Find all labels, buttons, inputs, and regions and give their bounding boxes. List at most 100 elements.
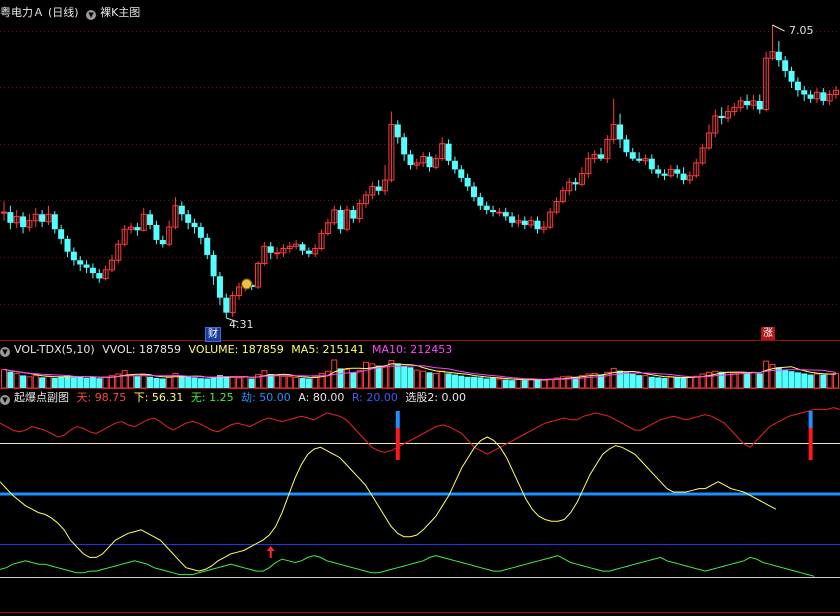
chevron-down-icon[interactable]: ▼ — [0, 395, 10, 405]
candle-body — [274, 252, 281, 255]
volume-bar — [191, 377, 198, 388]
indicator-name[interactable]: 起爆点副图 — [14, 391, 69, 404]
volume-bar — [426, 372, 433, 388]
volume-bar — [547, 378, 554, 389]
wu-line — [0, 555, 815, 577]
volume-bar — [667, 376, 674, 389]
volume-bar — [731, 372, 738, 389]
volume-bar — [680, 377, 687, 388]
volume-bar — [350, 372, 357, 388]
high-marker-line — [772, 24, 785, 32]
candle-body — [159, 239, 166, 245]
volume-bar — [490, 377, 497, 388]
volume-bar — [502, 379, 509, 388]
volume-bar — [477, 377, 484, 388]
candle-body — [1, 211, 7, 214]
volume-bar — [788, 371, 795, 388]
volume-bar — [674, 377, 681, 388]
candle-body — [458, 169, 465, 178]
volume-bar — [235, 377, 242, 389]
volume-bar — [375, 365, 382, 388]
volume-bar — [89, 376, 96, 388]
candle-body — [337, 209, 344, 230]
xuangu-value: 选股2: 0.00 — [405, 391, 467, 404]
overlay-label[interactable]: 裸K主图 — [100, 6, 140, 19]
volume-bar — [693, 375, 700, 389]
volume-bar — [515, 379, 522, 389]
volume-bar — [229, 376, 236, 389]
volume-bar — [750, 371, 757, 389]
volume-bar — [128, 374, 135, 389]
volume-bar — [356, 370, 363, 389]
volume-bar — [178, 375, 185, 388]
volume-bar — [528, 378, 535, 389]
candle-body — [801, 90, 808, 95]
chevron-down-icon[interactable]: ▼ — [0, 347, 10, 357]
candle-body — [64, 238, 71, 252]
volume-header: ▼ VOL-TDX(5,10) VVOL: 187859 VOLUME: 1878… — [0, 343, 840, 357]
candle-body — [39, 214, 46, 222]
candle-body — [788, 70, 795, 82]
volume-bar — [223, 376, 230, 388]
candle-body — [375, 186, 382, 191]
candle-body — [153, 224, 160, 240]
a-value: A: 80.00 — [298, 391, 345, 404]
candle-body — [96, 273, 103, 279]
volume-bar — [451, 374, 458, 388]
limit-up-tag[interactable]: 涨 — [761, 327, 775, 340]
volume-bar — [134, 376, 141, 388]
candle-body — [807, 94, 814, 99]
volume-bar — [629, 374, 636, 388]
candle-body — [483, 205, 490, 210]
volume-bar — [782, 369, 789, 388]
candle-body — [70, 251, 77, 261]
volume-bar — [147, 376, 154, 388]
candle-body — [58, 229, 65, 239]
main-chart-header: 粤电力Ａ (日线) ▼ 裸K主图 — [0, 6, 840, 20]
candle-body — [267, 246, 274, 253]
volume-indicator-name[interactable]: VOL-TDX(5,10) — [14, 343, 95, 356]
candle-body — [655, 169, 662, 174]
candle-body — [470, 186, 477, 198]
candle-body — [490, 209, 497, 213]
finance-tag[interactable]: 财 — [205, 327, 221, 342]
volume-bar — [496, 378, 503, 389]
candle-body — [394, 124, 401, 138]
volume-bar — [363, 361, 370, 389]
stock-name[interactable]: 粤电力Ａ — [0, 6, 44, 19]
volume-bar — [648, 376, 655, 388]
volume-bar — [464, 376, 471, 388]
volume-bar — [337, 368, 344, 388]
candle-body — [20, 216, 27, 228]
volume-bar — [51, 377, 58, 388]
candle-body — [223, 297, 230, 313]
indicator-header: ▼ 起爆点副图 天: 98.75 下: 56.31 无: 1.25 劫: 50.0… — [0, 391, 840, 405]
volume-value: VOLUME: 187859 — [188, 343, 284, 356]
volume-bar — [312, 376, 319, 389]
candle-body — [350, 209, 357, 219]
wu-value: 无: 1.25 — [190, 391, 234, 404]
volume-bar — [413, 369, 420, 389]
volume-bar — [70, 377, 77, 388]
candle-body — [464, 177, 471, 187]
candle-body — [7, 212, 14, 223]
volume-bar — [737, 371, 744, 389]
volume-bar — [432, 372, 439, 389]
volume-bar — [1, 369, 7, 389]
candle-body — [782, 60, 789, 71]
volume-bar — [166, 376, 173, 389]
volume-bar — [820, 374, 827, 388]
chevron-down-icon[interactable]: ▼ — [86, 10, 97, 20]
volume-bar — [610, 367, 617, 389]
volume-bar — [394, 363, 401, 388]
volume-bar — [794, 372, 801, 388]
volume-bar — [718, 371, 725, 388]
volume-bar — [293, 376, 300, 389]
volume-bar — [305, 378, 312, 388]
candle-body — [775, 51, 782, 61]
candle-body — [617, 124, 624, 140]
volume-bar — [210, 376, 217, 388]
ma5-value: MA5: 215141 — [291, 343, 365, 356]
volume-bar — [20, 375, 27, 388]
volume-bar — [7, 371, 14, 388]
